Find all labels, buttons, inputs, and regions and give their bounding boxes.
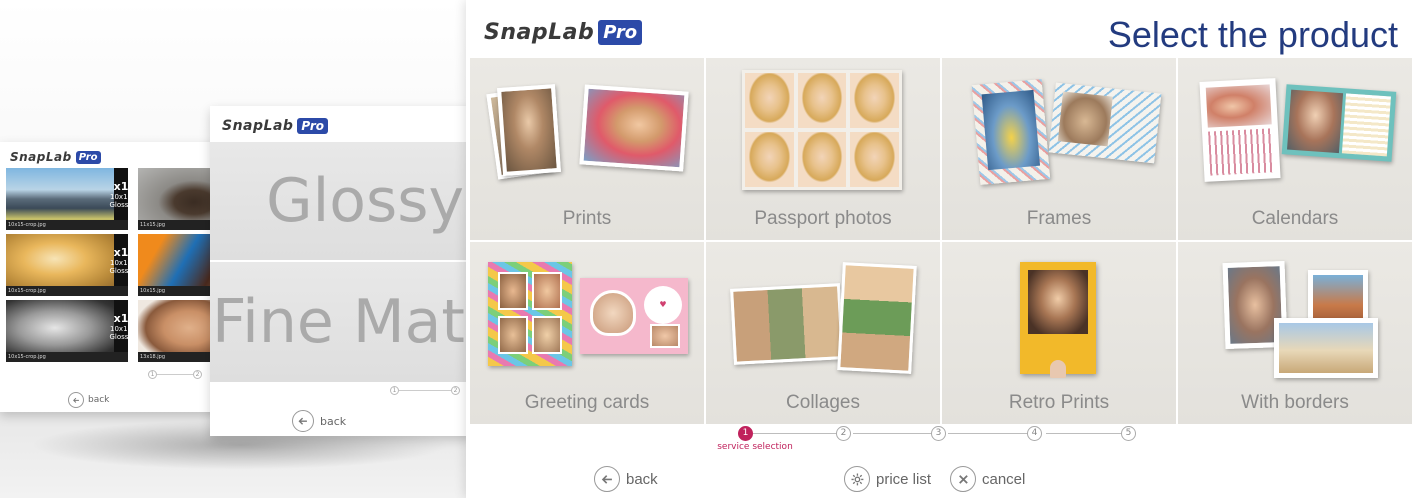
logo-badge: Pro — [598, 20, 643, 45]
logo-text: SnapLab — [484, 20, 595, 45]
step-2: 2 — [836, 426, 851, 441]
photo-item[interactable]: x110x15Glossy 10x15-crop.jpg — [6, 300, 128, 362]
photo-item[interactable]: x110x15Glossy 10x15-crop.jpg — [6, 168, 128, 230]
logo-badge: Pro — [297, 118, 329, 134]
product-tile-frames[interactable]: Frames — [942, 58, 1176, 240]
frames-icon — [942, 58, 1176, 198]
logo-text: SnapLab — [10, 150, 72, 164]
product-tile-prints[interactable]: Prints — [470, 58, 704, 240]
step-indicator: 1 2 — [148, 370, 202, 379]
price-list-label: price list — [876, 470, 932, 488]
product-label: Retro Prints — [1008, 392, 1110, 413]
step-1: 1 — [148, 370, 157, 379]
photo-grid: x110x15Glossy 10x15-crop.jpg 11x15.jpg x… — [6, 168, 240, 366]
cancel-button[interactable]: cancel — [950, 466, 1025, 492]
logo-text: SnapLab — [222, 118, 294, 134]
paper-option-glossy[interactable]: Glossy — [210, 142, 472, 260]
product-label: Greeting cards — [524, 392, 650, 413]
back-arrow-icon — [594, 466, 620, 492]
back-arrow-icon — [292, 410, 314, 432]
photo-item[interactable]: x110x15Glossy 10x15-crop.jpg — [6, 234, 128, 296]
app-logo: SnapLab Pro — [484, 20, 643, 45]
step-2: 2 — [451, 386, 460, 395]
product-tile-with-borders[interactable]: With borders — [1178, 242, 1412, 424]
price-list-button[interactable]: price list — [844, 466, 931, 492]
back-button[interactable]: back — [68, 392, 109, 408]
back-arrow-icon — [68, 392, 84, 408]
step-4: 4 — [1027, 426, 1042, 441]
step-1: 1 — [390, 386, 399, 395]
app-logo: SnapLab Pro — [222, 118, 329, 134]
active-step-label: service selection — [717, 442, 793, 452]
page-title: Select the product — [1107, 14, 1398, 55]
calendar-icon — [1178, 58, 1412, 198]
product-tile-retro-prints[interactable]: Retro Prints — [942, 242, 1176, 424]
cancel-label: cancel — [982, 470, 1026, 488]
product-label: Prints — [562, 208, 612, 229]
product-grid: Prints Passport photos Frames Calendars … — [470, 58, 1412, 424]
step-2: 2 — [193, 370, 202, 379]
step-1: 1 — [738, 426, 753, 441]
back-button[interactable]: back — [594, 466, 658, 492]
back-label: back — [88, 395, 110, 405]
retro-icon — [942, 242, 1176, 382]
paper-selection-screen: SnapLab Pro Glossy Fine Matt 1 2 back — [210, 106, 472, 436]
app-logo: SnapLab Pro — [10, 150, 101, 164]
step-5: 5 — [1121, 426, 1136, 441]
gear-icon — [844, 466, 870, 492]
collage-icon — [706, 242, 940, 382]
product-label: Calendars — [1251, 208, 1339, 229]
close-icon — [950, 466, 976, 492]
product-tile-greeting-cards[interactable]: ♥ Greeting cards — [470, 242, 704, 424]
border-icon — [1178, 242, 1412, 382]
step-3: 3 — [931, 426, 946, 441]
product-tile-collages[interactable]: Collages — [706, 242, 940, 424]
product-label: Collages — [786, 392, 860, 413]
product-tile-passport-photos[interactable]: Passport photos — [706, 58, 940, 240]
passport-icon — [706, 58, 940, 198]
product-selection-screen: SnapLab Pro Select the product Prints Pa… — [466, 0, 1416, 498]
product-label: Passport photos — [754, 208, 892, 229]
logo-badge: Pro — [75, 150, 101, 164]
photo-list-screen: SnapLab Pro x110x15Glossy 10x15-crop.jpg… — [0, 142, 240, 412]
card-icon: ♥ — [470, 242, 704, 382]
step-indicator: 1 2 — [390, 386, 460, 395]
back-label: back — [626, 470, 658, 488]
product-label: With borders — [1241, 392, 1349, 413]
product-label: Frames — [1026, 208, 1092, 229]
product-tile-calendars[interactable]: Calendars — [1178, 58, 1412, 240]
paper-option-fine-matt[interactable]: Fine Matt — [210, 262, 472, 382]
back-label: back — [320, 414, 347, 428]
back-button[interactable]: back — [292, 410, 346, 432]
prints-icon — [470, 58, 704, 198]
step-indicator: 1 service selection 2 3 4 5 — [717, 426, 1138, 456]
